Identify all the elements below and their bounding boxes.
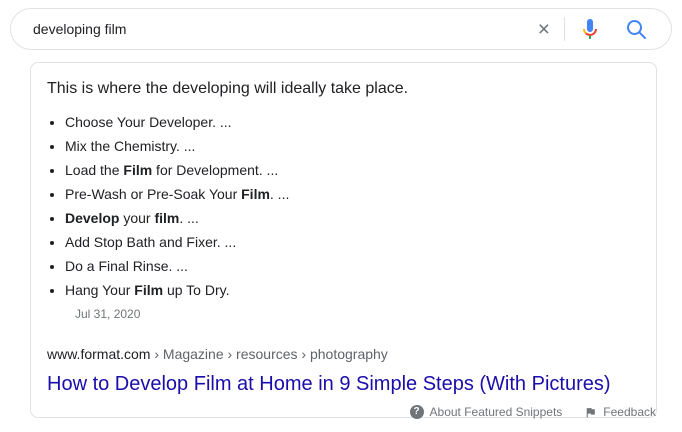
list-item: Load the Film for Development. ...: [65, 158, 640, 182]
snippet-intro: This is where the developing will ideall…: [47, 78, 640, 100]
snippet-date: Jul 31, 2020: [75, 307, 640, 321]
search-icon[interactable]: [624, 17, 648, 41]
list-item: Develop your film. ...: [65, 206, 640, 230]
result-title-link[interactable]: How to Develop Film at Home in 9 Simple …: [47, 371, 640, 397]
source-path: › Magazine › resources › photography: [150, 346, 387, 362]
breadcrumb: www.format.com › Magazine › resources › …: [47, 345, 640, 363]
search-bar-divider: [564, 17, 565, 41]
feedback-label: Feedback: [603, 405, 656, 419]
feedback-link[interactable]: Feedback: [584, 405, 656, 419]
about-featured-snippets-label: About Featured Snippets: [430, 405, 563, 419]
list-item: Choose Your Developer. ...: [65, 110, 640, 134]
list-item: Hang Your Film up To Dry.: [65, 278, 640, 302]
microphone-icon[interactable]: [578, 17, 602, 41]
flag-icon: [584, 406, 597, 419]
snippet-list: Choose Your Developer. ...Mix the Chemis…: [47, 110, 640, 302]
list-item: Pre-Wash or Pre-Soak Your Film. ...: [65, 182, 640, 206]
list-item: Add Stop Bath and Fixer. ...: [65, 230, 640, 254]
featured-snippet-card: This is where the developing will ideall…: [30, 62, 657, 418]
snippet-footer: ? About Featured Snippets Feedback: [410, 405, 656, 419]
search-input[interactable]: developing film: [33, 21, 526, 37]
list-item: Mix the Chemistry. ...: [65, 134, 640, 158]
search-bar[interactable]: developing film ×: [10, 8, 672, 50]
source-domain: www.format.com: [47, 346, 150, 362]
about-featured-snippets-link[interactable]: ? About Featured Snippets: [410, 405, 563, 419]
question-icon: ?: [410, 405, 424, 419]
clear-icon[interactable]: ×: [526, 19, 562, 40]
list-item: Do a Final Rinse. ...: [65, 254, 640, 278]
